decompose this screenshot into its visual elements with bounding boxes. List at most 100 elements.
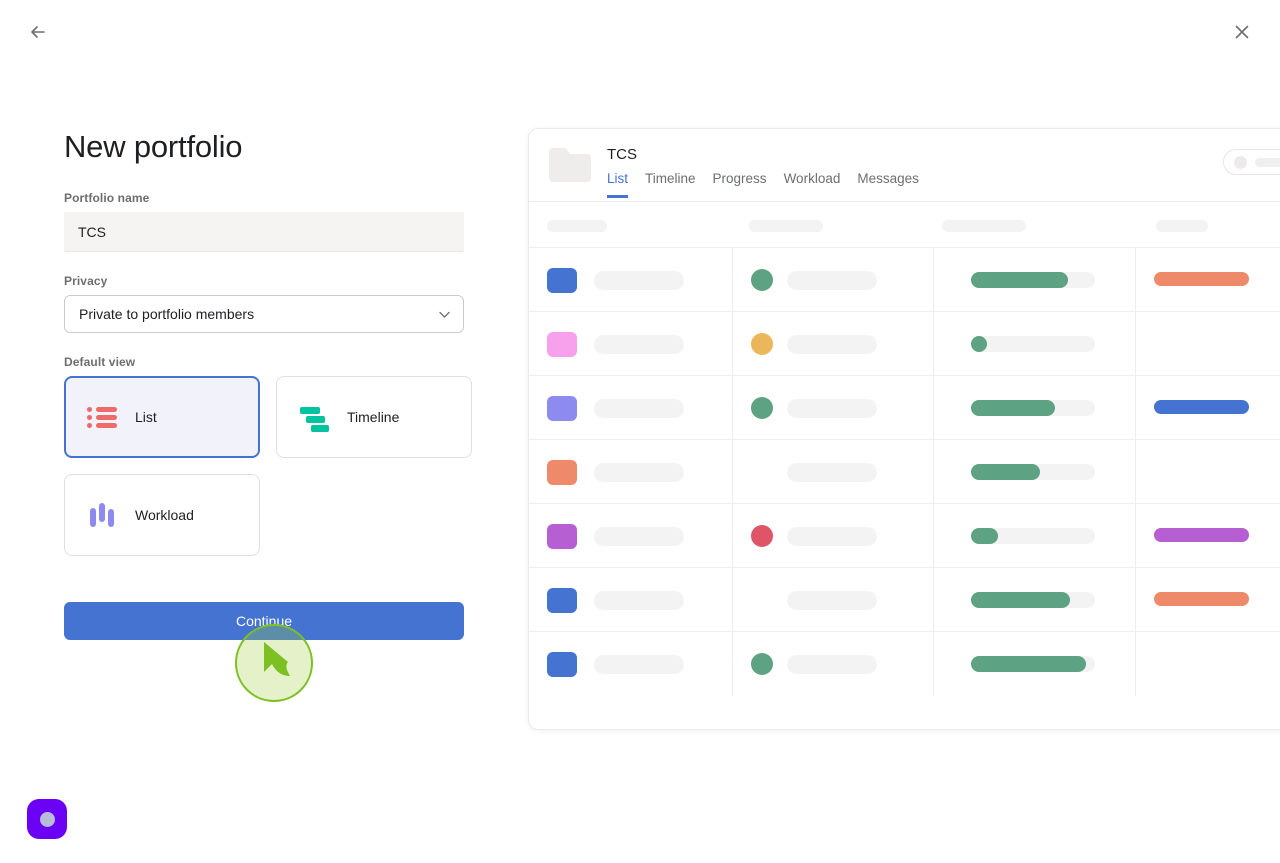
view-option-timeline-label: Timeline (347, 409, 400, 426)
preview-tabs: List Timeline Progress Workload Messages (607, 171, 919, 198)
status-avatar (751, 269, 773, 291)
column-divider (1135, 632, 1136, 696)
page-title: New portfolio (64, 129, 243, 164)
status-avatar (751, 653, 773, 675)
project-color-swatch (547, 332, 577, 357)
folder-icon (549, 148, 591, 182)
privacy-select-value: Private to portfolio members (79, 306, 255, 323)
column-divider (732, 248, 733, 312)
column-divider (732, 568, 733, 632)
project-color-swatch (547, 588, 577, 613)
project-color-swatch (547, 524, 577, 549)
toggle-dot-icon (1234, 155, 1247, 169)
status-pill (1154, 528, 1249, 542)
progress-track (971, 400, 1095, 416)
column-divider (933, 440, 934, 504)
table-row[interactable] (529, 631, 1280, 696)
tab-messages[interactable]: Messages (857, 171, 919, 198)
continue-button[interactable]: Continue (64, 602, 464, 641)
column-divider (933, 376, 934, 440)
project-name-placeholder (594, 463, 684, 482)
column-divider (1135, 376, 1136, 440)
progress-track (971, 656, 1095, 672)
preview-table (529, 202, 1280, 696)
app-badge-icon (39, 811, 55, 827)
table-header-row (529, 202, 1280, 247)
status-pill (1154, 400, 1249, 414)
progress-fill (971, 528, 999, 544)
owner-name-placeholder (787, 271, 877, 290)
timeline-icon (299, 402, 329, 433)
column-divider (732, 376, 733, 440)
column-divider (933, 632, 934, 696)
column-divider (1135, 568, 1136, 632)
owner-name-placeholder (787, 399, 877, 418)
arrow-left-icon (31, 26, 45, 38)
app-badge[interactable] (27, 799, 67, 839)
project-name-placeholder (594, 335, 684, 354)
progress-track (971, 272, 1095, 288)
status-avatar (751, 397, 773, 419)
view-option-workload[interactable]: Workload (64, 474, 260, 557)
default-view-label: Default view (64, 355, 136, 370)
progress-track (971, 464, 1095, 480)
table-row[interactable] (529, 439, 1280, 504)
project-name-placeholder (594, 655, 684, 674)
owner-name-placeholder (787, 655, 877, 674)
column-divider (1135, 312, 1136, 376)
status-pill (1154, 592, 1249, 606)
progress-track (971, 592, 1095, 608)
project-name-placeholder (594, 591, 684, 610)
project-name-placeholder (594, 271, 684, 290)
tab-progress[interactable]: Progress (713, 171, 767, 198)
column-divider (933, 248, 934, 312)
table-row[interactable] (529, 247, 1280, 312)
view-option-workload-label: Workload (135, 507, 194, 524)
progress-fill (971, 656, 1087, 672)
project-name-placeholder (594, 399, 684, 418)
portfolio-name-label: Portfolio name (64, 191, 150, 206)
column-divider (933, 504, 934, 568)
workload-icon (87, 500, 117, 530)
privacy-label: Privacy (64, 274, 108, 289)
tab-timeline[interactable]: Timeline (645, 171, 696, 198)
progress-fill (971, 592, 1071, 608)
preview-header: TCS List Timeline Progress Workload Mess… (529, 129, 1280, 202)
preview-project-title: TCS (607, 146, 637, 163)
column-divider (933, 312, 934, 376)
progress-fill (971, 272, 1068, 288)
privacy-select[interactable]: Private to portfolio members (64, 295, 464, 334)
column-divider (1135, 440, 1136, 504)
table-row[interactable] (529, 375, 1280, 440)
owner-name-placeholder (787, 527, 877, 546)
owner-name-placeholder (787, 591, 877, 610)
column-header-placeholder (1156, 220, 1208, 232)
column-divider (933, 568, 934, 632)
progress-track (971, 336, 1095, 352)
column-divider (732, 504, 733, 568)
status-pill (1154, 272, 1249, 286)
column-header-placeholder (547, 220, 607, 232)
status-avatar (751, 333, 773, 355)
project-color-swatch (547, 460, 577, 485)
table-row[interactable] (529, 567, 1280, 632)
new-portfolio-screen: New portfolio Portfolio name Privacy Pri… (0, 0, 1280, 863)
portfolio-preview-card: TCS List Timeline Progress Workload Mess… (528, 128, 1280, 730)
column-header-placeholder (942, 220, 1026, 232)
view-option-timeline[interactable]: Timeline (276, 376, 472, 459)
progress-fill (971, 400, 1056, 416)
table-row[interactable] (529, 503, 1280, 568)
close-icon (1235, 25, 1249, 39)
preview-toggle-placeholder[interactable] (1223, 149, 1280, 175)
tab-workload[interactable]: Workload (784, 171, 841, 198)
pointer-arrow-cursor (264, 642, 290, 676)
table-row[interactable] (529, 311, 1280, 376)
close-button[interactable] (1226, 16, 1258, 48)
progress-fill (971, 336, 988, 352)
view-option-list[interactable]: List (64, 376, 260, 459)
column-divider (1135, 504, 1136, 568)
back-button[interactable] (22, 16, 54, 48)
project-name-placeholder (594, 527, 684, 546)
portfolio-name-input[interactable] (64, 212, 464, 253)
tab-list[interactable]: List (607, 171, 629, 198)
